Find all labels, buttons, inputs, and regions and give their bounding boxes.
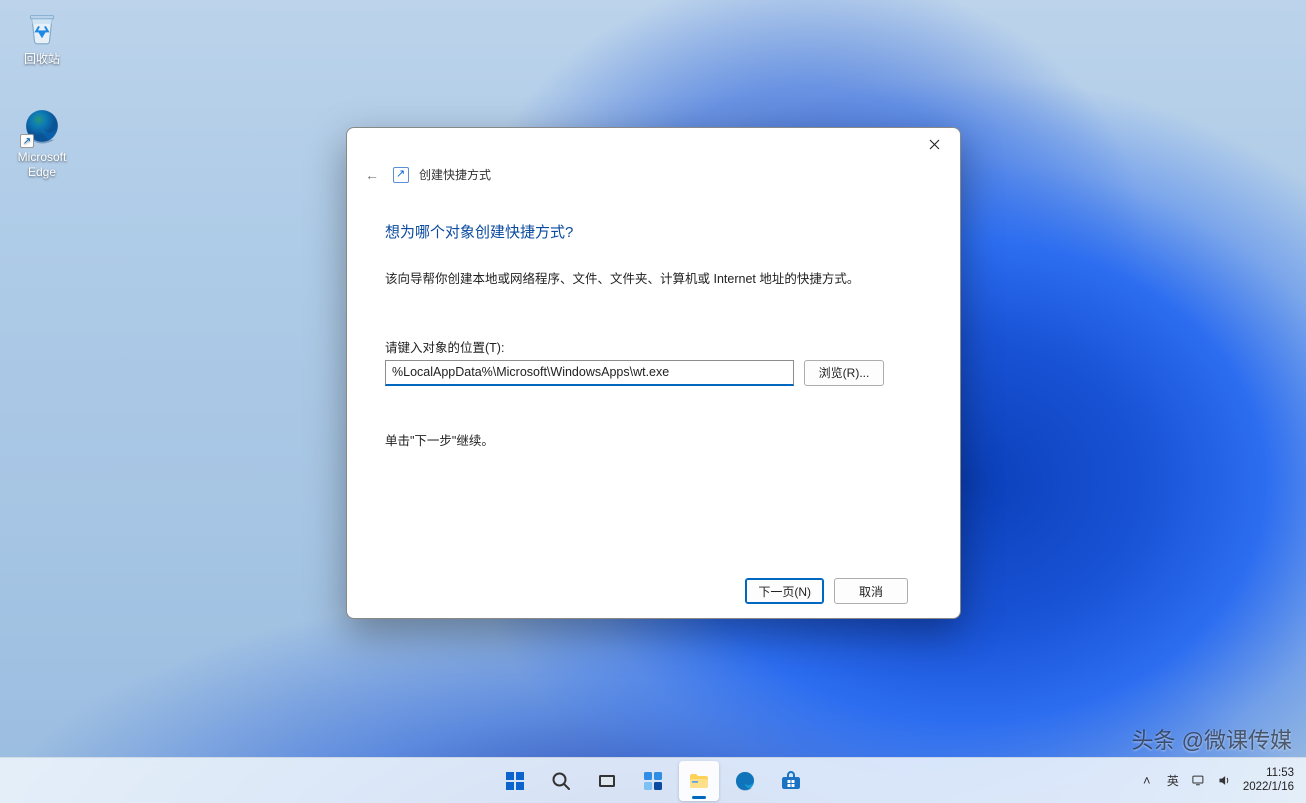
task-view-button[interactable] bbox=[587, 761, 627, 801]
start-button[interactable] bbox=[495, 761, 535, 801]
desktop-icon-edge[interactable]: ↗ Microsoft Edge bbox=[6, 104, 78, 180]
recycle-bin-icon bbox=[20, 6, 64, 50]
dialog-footer: 下一页(N) 取消 bbox=[385, 568, 922, 618]
taskbar-center bbox=[495, 761, 811, 801]
tray-chevron-icon[interactable]: ˄ bbox=[1139, 772, 1155, 788]
dialog-body: 想为哪个对象创建快捷方式? 该向导帮你创建本地或网络程序、文件、文件夹、计算机或… bbox=[347, 199, 960, 618]
location-row: 浏览(R)... bbox=[385, 360, 922, 386]
widgets-button[interactable] bbox=[633, 761, 673, 801]
close-icon bbox=[929, 139, 940, 150]
back-icon: ← bbox=[361, 167, 383, 183]
store-icon bbox=[779, 769, 803, 793]
edge-icon bbox=[733, 769, 757, 793]
desktop-icon-label: Microsoft Edge bbox=[18, 150, 67, 180]
next-button[interactable]: 下一页(N) bbox=[745, 578, 824, 604]
search-icon bbox=[549, 769, 573, 793]
close-button[interactable] bbox=[912, 129, 956, 159]
desktop-icon-recycle-bin[interactable]: 回收站 bbox=[6, 6, 78, 67]
search-button[interactable] bbox=[541, 761, 581, 801]
continue-hint: 单击"下一步"继续。 bbox=[385, 430, 922, 449]
task-view-icon bbox=[595, 769, 619, 793]
shortcut-overlay-icon: ↗ bbox=[20, 134, 34, 148]
windows-logo-icon bbox=[503, 769, 527, 793]
location-label: 请键入对象的位置(T): bbox=[385, 337, 922, 356]
volume-icon[interactable] bbox=[1217, 772, 1233, 788]
desktop: 回收站 ↗ Microsoft Edge ← 创建快捷方式 想为哪个对象创建快捷… bbox=[0, 0, 1306, 803]
edge-taskbar[interactable] bbox=[725, 761, 765, 801]
location-input[interactable] bbox=[385, 360, 794, 386]
file-explorer-icon bbox=[687, 769, 711, 793]
browse-button[interactable]: 浏览(R)... bbox=[804, 360, 884, 386]
dialog-heading: 想为哪个对象创建快捷方式? bbox=[385, 221, 922, 242]
dialog-header: ← 创建快捷方式 bbox=[347, 160, 960, 199]
desktop-icon-label: 回收站 bbox=[24, 52, 60, 67]
dialog-description: 该向导帮你创建本地或网络程序、文件、文件夹、计算机或 Internet 地址的快… bbox=[385, 270, 922, 289]
widgets-icon bbox=[641, 769, 665, 793]
file-explorer-taskbar[interactable] bbox=[679, 761, 719, 801]
system-tray: ˄ 英 11:53 2022/1/16 bbox=[1133, 757, 1300, 803]
cancel-button[interactable]: 取消 bbox=[834, 578, 908, 604]
dialog-titlebar bbox=[347, 128, 960, 160]
clock-time: 11:53 bbox=[1243, 766, 1294, 780]
watermark-text: 头条 @微课传媒 bbox=[1132, 723, 1292, 755]
dialog-breadcrumb: 创建快捷方式 bbox=[419, 166, 491, 183]
shortcut-icon bbox=[393, 167, 409, 183]
taskbar: ˄ 英 11:53 2022/1/16 bbox=[0, 757, 1306, 803]
store-taskbar[interactable] bbox=[771, 761, 811, 801]
taskbar-clock[interactable]: 11:53 2022/1/16 bbox=[1243, 766, 1294, 794]
ime-indicator[interactable]: 英 bbox=[1165, 772, 1181, 788]
create-shortcut-dialog: ← 创建快捷方式 想为哪个对象创建快捷方式? 该向导帮你创建本地或网络程序、文件… bbox=[346, 127, 961, 619]
clock-date: 2022/1/16 bbox=[1243, 780, 1294, 794]
network-icon[interactable] bbox=[1191, 772, 1207, 788]
